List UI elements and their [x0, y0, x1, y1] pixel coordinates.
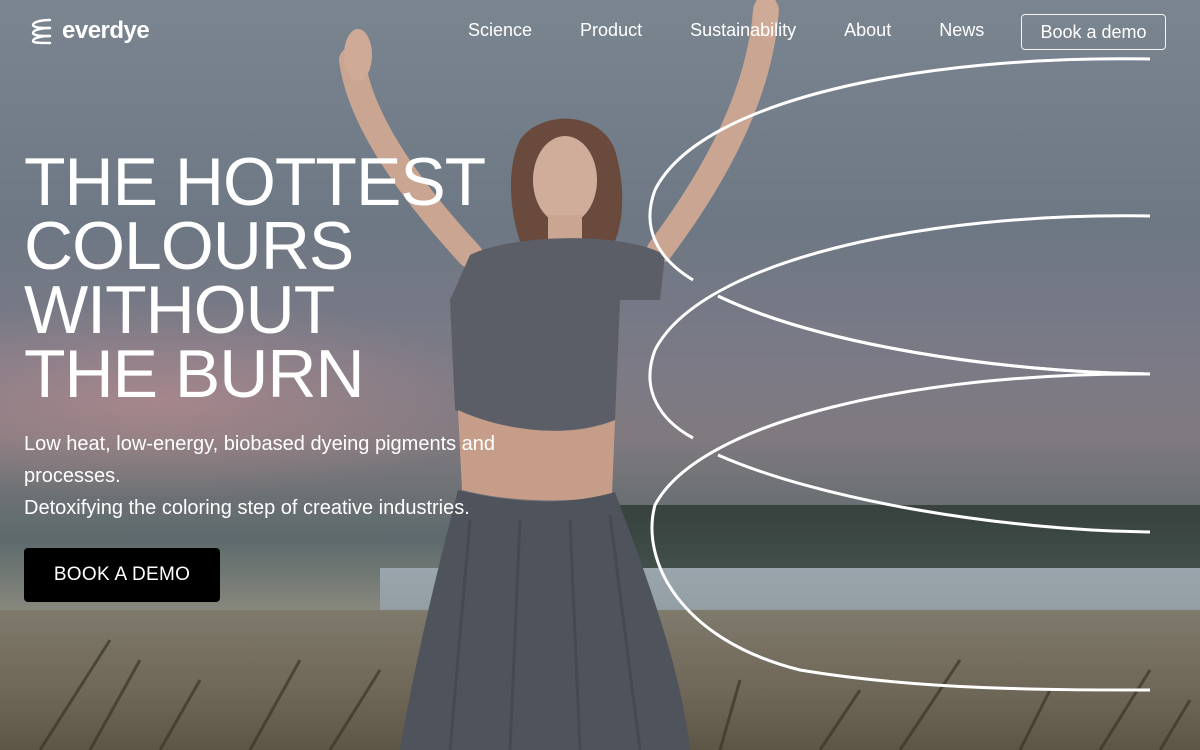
- hero-section: everdye Science Product Sustainability A…: [0, 0, 1200, 750]
- brand-logo[interactable]: everdye: [30, 17, 150, 45]
- subtext-line: Low heat, low-energy, biobased dyeing pi…: [24, 433, 496, 487]
- nav-link-sustainability[interactable]: Sustainability: [690, 20, 796, 41]
- headline-line: THE BURN: [24, 336, 365, 412]
- book-demo-nav-button[interactable]: Book a demo: [1021, 14, 1166, 50]
- subtext-line: Detoxifying the coloring step of creativ…: [24, 497, 470, 519]
- headline-line: THE HOTTEST: [24, 144, 486, 220]
- hero-headline: THE HOTTEST COLOURS WITHOUT THE BURN: [24, 144, 584, 412]
- hero-subtext: Low heat, low-energy, biobased dyeing pi…: [24, 428, 544, 524]
- brand-name: everdye: [62, 17, 150, 44]
- nav-link-news[interactable]: News: [939, 20, 984, 41]
- book-demo-button[interactable]: BOOK A DEMO: [24, 548, 220, 602]
- nav-link-science[interactable]: Science: [468, 20, 532, 41]
- nav-link-product[interactable]: Product: [580, 20, 642, 41]
- main-nav: Science Product Sustainability About New…: [468, 20, 1032, 41]
- nav-link-about[interactable]: About: [844, 20, 891, 41]
- everdye-logo-icon: [31, 18, 52, 45]
- headline-line: WITHOUT: [24, 272, 335, 348]
- headline-line: COLOURS: [24, 208, 354, 284]
